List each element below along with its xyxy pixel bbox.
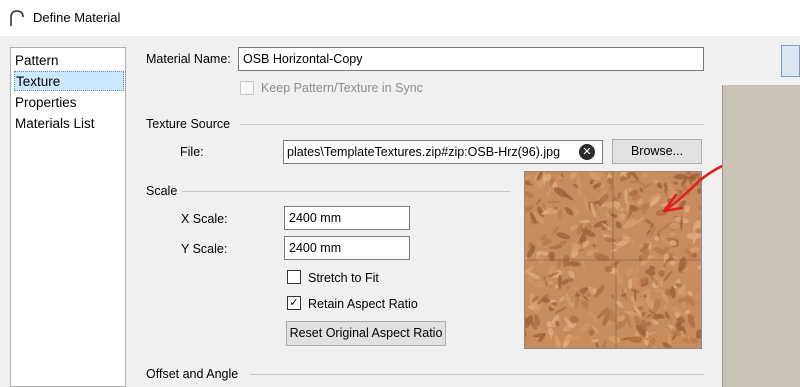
nav-item-materials-list[interactable]: Materials List	[14, 114, 124, 134]
offset-angle-header: Offset and Angle	[146, 367, 239, 381]
retain-aspect-checkbox[interactable]: ✓	[287, 296, 301, 310]
file-path-input[interactable]: plates\TemplateTextures.zip#zip:OSB-Hrz(…	[283, 140, 603, 164]
y-scale-label: Y Scale:	[181, 242, 228, 256]
x-scale-input[interactable]: 2400 mm	[284, 206, 410, 230]
keep-sync-label: Keep Pattern/Texture in Sync	[261, 81, 423, 95]
nav-item-texture[interactable]: Texture	[14, 71, 124, 91]
stretch-to-fit-label: Stretch to Fit	[308, 271, 379, 285]
scale-header: Scale	[146, 184, 178, 198]
side-preview-panel	[722, 85, 800, 387]
offset-angle-divider	[250, 374, 704, 375]
reset-aspect-ratio-button[interactable]: Reset Original Aspect Ratio	[286, 321, 446, 346]
nav-item-properties[interactable]: Properties	[14, 93, 124, 113]
scale-divider	[182, 191, 510, 192]
material-name-label: Material Name:	[146, 52, 231, 66]
material-name-input[interactable]: OSB Horizontal-Copy	[238, 47, 704, 71]
texture-source-header: Texture Source	[146, 117, 231, 131]
title-bar: Define Material	[0, 0, 800, 36]
category-list[interactable]: Pattern Texture Properties Materials Lis…	[10, 47, 126, 387]
checkmark-icon: ✓	[289, 297, 299, 309]
retain-aspect-label: Retain Aspect Ratio	[308, 297, 418, 311]
y-scale-input[interactable]: 2400 mm	[284, 236, 410, 260]
file-label: File:	[180, 145, 204, 159]
clear-icon[interactable]: ✕	[579, 144, 595, 160]
nav-item-pattern[interactable]: Pattern	[14, 51, 124, 71]
arch-icon	[10, 10, 24, 26]
keep-sync-checkbox[interactable]	[240, 81, 254, 95]
window-title: Define Material	[33, 10, 121, 25]
texture-source-divider	[240, 124, 704, 125]
x-scale-label: X Scale:	[181, 212, 228, 226]
stretch-to-fit-checkbox[interactable]	[287, 270, 301, 284]
house-icon[interactable]	[781, 45, 800, 77]
